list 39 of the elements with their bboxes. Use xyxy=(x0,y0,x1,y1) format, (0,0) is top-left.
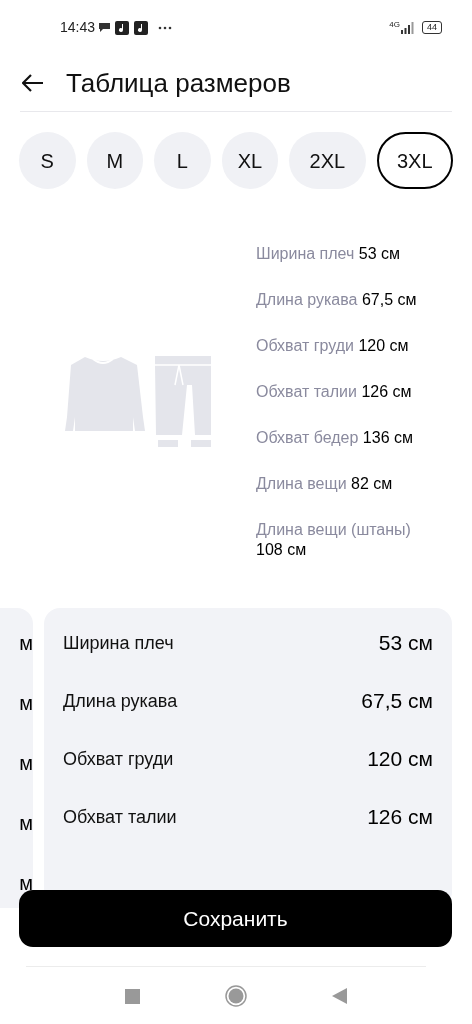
more-icon xyxy=(158,25,173,30)
measurement-value: м xyxy=(19,812,33,834)
battery-indicator: 44 xyxy=(422,21,442,34)
measurement-label: Длина рукава xyxy=(63,689,178,713)
back-arrow-icon[interactable] xyxy=(22,74,44,92)
measurement-value: м xyxy=(19,692,33,714)
measurement-text: Длина вещи (штаны) 108 см xyxy=(256,520,412,560)
size-chip[interactable]: L xyxy=(154,132,211,189)
signal-icon xyxy=(400,21,416,34)
measurement-text: Длина рукава 67,5 см xyxy=(256,290,418,310)
measurement-value: м xyxy=(19,752,33,774)
size-chip[interactable]: 2XL xyxy=(289,132,366,189)
measurement-label: Обхват талии xyxy=(63,805,177,829)
measurement-value: 126 см xyxy=(367,804,433,831)
size-chip[interactable]: XL xyxy=(221,132,279,189)
measurement-text: Длина вещи 82 см xyxy=(256,474,394,494)
status-time: 14:43 xyxy=(60,18,96,37)
save-button[interactable]: Сохранить xyxy=(19,890,452,947)
measurement-text: Ширина плеч 53 см xyxy=(256,244,401,264)
page-title: Таблица размеров xyxy=(66,66,291,100)
measurement-value: 67,5 см xyxy=(361,688,433,715)
size-chip[interactable]: 3XL xyxy=(376,132,453,189)
chat-icon xyxy=(98,22,112,33)
measurement-value: 53 см xyxy=(378,630,433,657)
recent-apps-icon[interactable] xyxy=(125,988,140,1004)
home-icon[interactable] xyxy=(225,985,247,1007)
measurement-text: Обхват груди 120 см xyxy=(256,336,410,356)
network-label: 4G xyxy=(389,19,400,31)
app-icon xyxy=(115,20,130,35)
measurement-value: 120 см xyxy=(367,746,433,773)
measurement-label: Ширина плеч xyxy=(63,631,174,655)
measurement-label: Обхват груди xyxy=(63,747,174,771)
measurement-text: Обхват талии 126 см xyxy=(256,382,413,402)
size-chip[interactable]: M xyxy=(86,132,144,189)
measurement-value: м xyxy=(19,632,33,654)
app-icon xyxy=(134,20,149,35)
back-icon[interactable] xyxy=(332,988,347,1004)
size-chip[interactable]: S xyxy=(19,132,76,189)
measurement-text: Обхват бедер 136 см xyxy=(256,428,414,448)
